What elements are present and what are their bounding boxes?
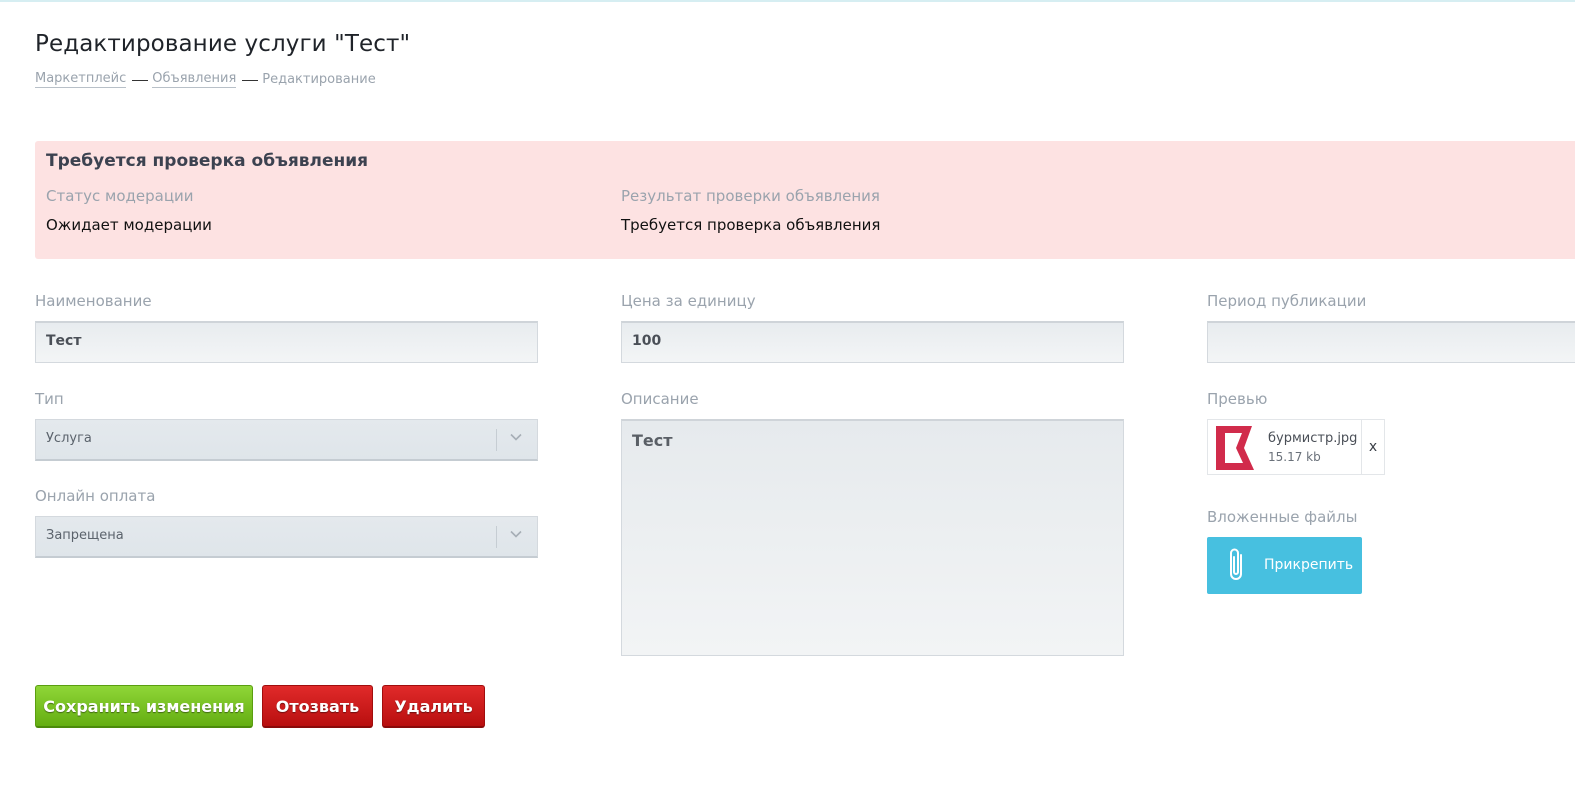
moderation-result-label: Результат проверки объявления (621, 187, 880, 205)
breadcrumb: Маркетплейс Объявления Редактирование (35, 71, 376, 88)
breadcrumb-separator (242, 80, 259, 81)
breadcrumb-current: Редактирование (262, 72, 376, 87)
preview-file-card: бурмистр.jpg 15.17 kb x (1207, 419, 1385, 475)
preview-file-size: 15.17 kb (1268, 450, 1321, 464)
description-textarea[interactable]: Тест (621, 419, 1124, 656)
save-changes-button[interactable]: Сохранить изменения (35, 685, 253, 728)
attachments-label: Вложенные файлы (1207, 508, 1358, 526)
preview-file-name: бурмистр.jpg (1268, 431, 1358, 446)
price-label: Цена за единицу (621, 292, 756, 310)
type-label: Тип (35, 390, 64, 408)
description-label: Описание (621, 390, 699, 408)
type-select[interactable]: Услуга (35, 419, 538, 461)
image-thumbnail-icon (1216, 426, 1254, 470)
moderation-status-value: Ожидает модерации (46, 216, 212, 234)
chevron-down-icon (510, 530, 522, 538)
select-divider (496, 429, 497, 451)
breadcrumb-link-marketplace[interactable]: Маркетплейс (35, 71, 127, 88)
online-payment-select[interactable]: Запрещена (35, 516, 538, 558)
period-label: Период публикации (1207, 292, 1367, 310)
top-divider (0, 0, 1575, 2)
moderation-status-label: Статус модерации (46, 187, 194, 205)
moderation-alert-title: Требуется проверка объявления (46, 151, 369, 171)
delete-button[interactable]: Удалить (382, 685, 485, 728)
attach-button-label: Прикрепить (1264, 557, 1354, 573)
recall-button[interactable]: Отозвать (262, 685, 373, 728)
page: Редактирование услуги "Тест" Маркетплейс… (0, 0, 1575, 795)
page-title: Редактирование услуги "Тест" (35, 31, 411, 57)
moderation-result-value: Требуется проверка объявления (621, 216, 881, 234)
online-payment-label: Онлайн оплата (35, 487, 156, 505)
name-input[interactable]: Тест (35, 321, 538, 363)
paperclip-icon (1230, 548, 1242, 580)
online-payment-select-value: Запрещена (46, 528, 124, 543)
breadcrumb-separator (132, 80, 149, 81)
name-label: Наименование (35, 292, 152, 310)
moderation-alert: Требуется проверка объявления Статус мод… (35, 141, 1575, 259)
remove-file-button[interactable]: x (1361, 420, 1384, 474)
chevron-down-icon (510, 433, 522, 441)
period-input[interactable] (1207, 321, 1575, 363)
price-input[interactable]: 100 (621, 321, 1124, 363)
attach-button[interactable]: Прикрепить (1207, 537, 1362, 594)
type-select-value: Услуга (46, 431, 92, 446)
preview-label: Превью (1207, 390, 1268, 408)
breadcrumb-link-ads[interactable]: Объявления (152, 71, 237, 88)
select-divider (496, 526, 497, 548)
